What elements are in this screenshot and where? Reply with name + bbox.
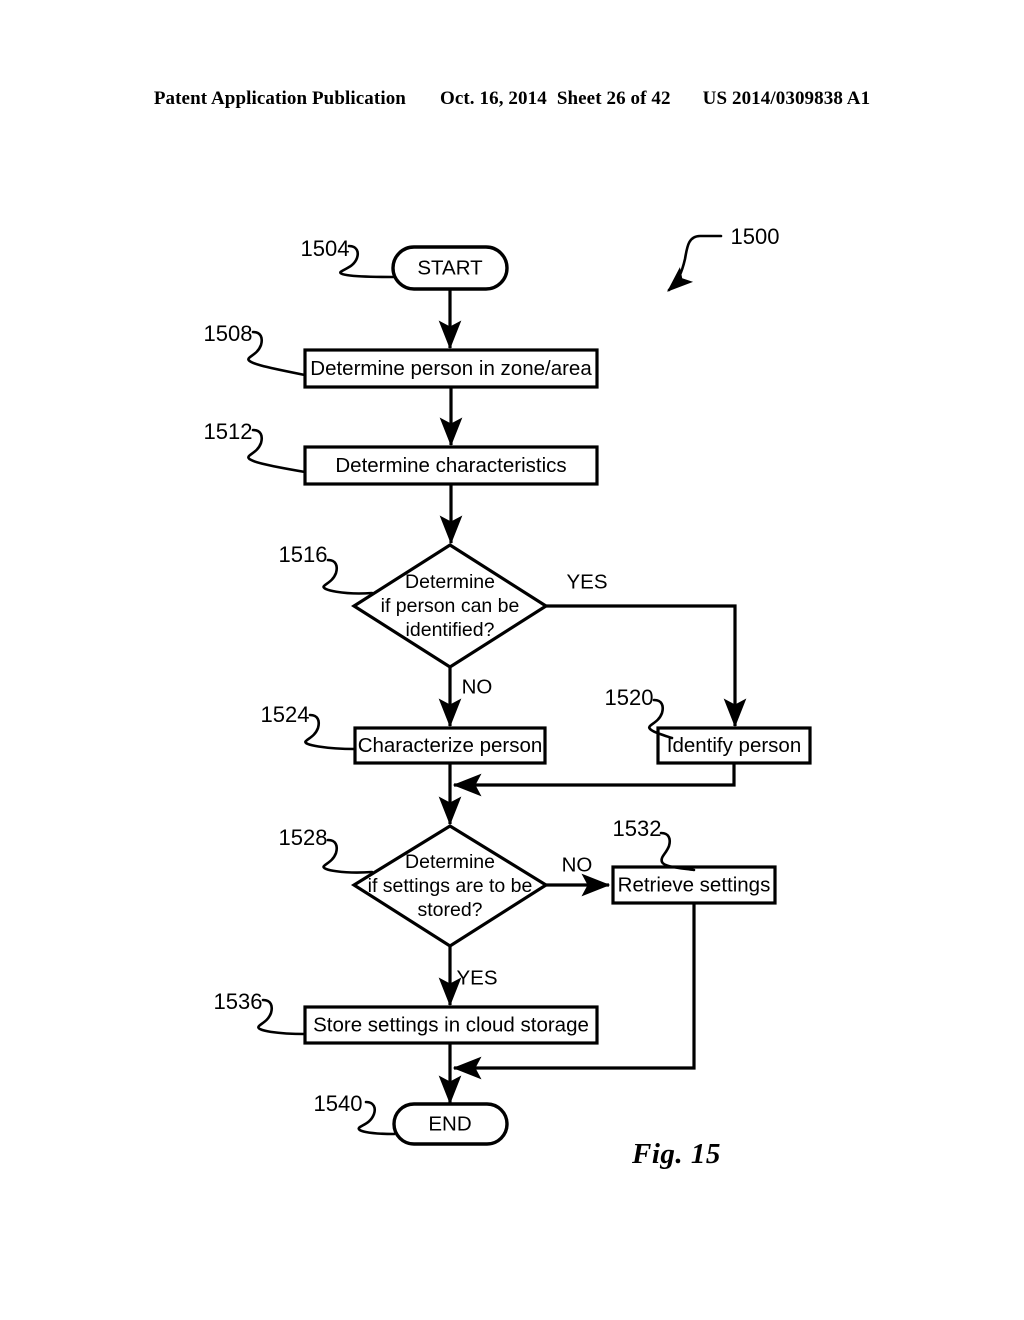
ref-label-1500: 1500 bbox=[731, 224, 780, 249]
ref-label-1512: 1512 bbox=[204, 419, 253, 444]
branch-label-store-no: NO bbox=[562, 853, 593, 876]
determine-person-label: Determine person in zone/area bbox=[310, 357, 592, 380]
store-settings-label: Store settings in cloud storage bbox=[313, 1013, 589, 1036]
branch-label-identified-yes: YES bbox=[566, 570, 607, 593]
ref-leader-1516: 1516 bbox=[279, 542, 374, 595]
ref-leader-1524: 1524 bbox=[261, 702, 357, 751]
node-store-settings: Store settings in cloud storage bbox=[303, 1005, 599, 1045]
ref-label-1532: 1532 bbox=[613, 816, 662, 841]
node-start: START bbox=[391, 245, 509, 291]
node-determine-characteristics: Determine characteristics bbox=[303, 445, 599, 486]
node-decision-store: Determine if settings are to be stored? bbox=[350, 824, 550, 948]
ref-label-1540: 1540 bbox=[314, 1091, 363, 1116]
start-label: START bbox=[417, 256, 483, 279]
ref-leader-1536: 1536 bbox=[214, 989, 307, 1036]
flowchart-figure: 1500 START 1504 Determine person in zone… bbox=[204, 224, 812, 1146]
ref-leader-1540: 1540 bbox=[314, 1091, 396, 1136]
node-end: END bbox=[392, 1102, 509, 1146]
decision-identified-line3: identified? bbox=[406, 619, 495, 641]
figure-caption: Fig. 15 bbox=[632, 1138, 721, 1170]
ref-leader-1508: 1508 bbox=[204, 321, 307, 377]
characterize-person-label: Characterize person bbox=[358, 734, 543, 757]
ref-label-1528: 1528 bbox=[279, 825, 328, 850]
ref-leader-1512: 1512 bbox=[204, 419, 307, 474]
node-identify-person: Identify person bbox=[656, 726, 812, 765]
decision-identified-line2: if person can be bbox=[381, 595, 520, 617]
ref-label-1508: 1508 bbox=[204, 321, 253, 346]
ref-label-1536: 1536 bbox=[214, 989, 263, 1014]
ref-label-1520: 1520 bbox=[605, 685, 654, 710]
diagram-ref-1500: 1500 bbox=[667, 224, 780, 292]
determine-characteristics-label: Determine characteristics bbox=[335, 454, 566, 477]
ref-leader-1532: 1532 bbox=[613, 816, 696, 872]
decision-store-line2: if settings are to be bbox=[368, 875, 533, 897]
ref-label-1504: 1504 bbox=[301, 236, 350, 261]
node-decision-identified: Determine if person can be identified? bbox=[351, 543, 549, 669]
retrieve-settings-label: Retrieve settings bbox=[618, 873, 771, 896]
ref-label-1524: 1524 bbox=[261, 702, 310, 727]
decision-store-line1: Determine bbox=[405, 851, 495, 873]
node-determine-person: Determine person in zone/area bbox=[303, 348, 599, 389]
ref-leader-1504: 1504 bbox=[301, 236, 395, 279]
ref-label-1516: 1516 bbox=[279, 542, 328, 567]
node-retrieve-settings: Retrieve settings bbox=[611, 865, 777, 905]
ref-leader-1528: 1528 bbox=[279, 825, 374, 874]
node-characterize-person: Characterize person bbox=[353, 726, 547, 765]
end-label: END bbox=[428, 1112, 471, 1135]
connector-identify-merge bbox=[452, 763, 736, 797]
branch-label-store-yes: YES bbox=[456, 966, 497, 989]
branch-label-identified-no: NO bbox=[462, 675, 493, 698]
decision-identified-line1: Determine bbox=[405, 571, 495, 593]
identify-person-label: Identify person bbox=[667, 734, 801, 757]
decision-store-line3: stored? bbox=[417, 899, 482, 921]
